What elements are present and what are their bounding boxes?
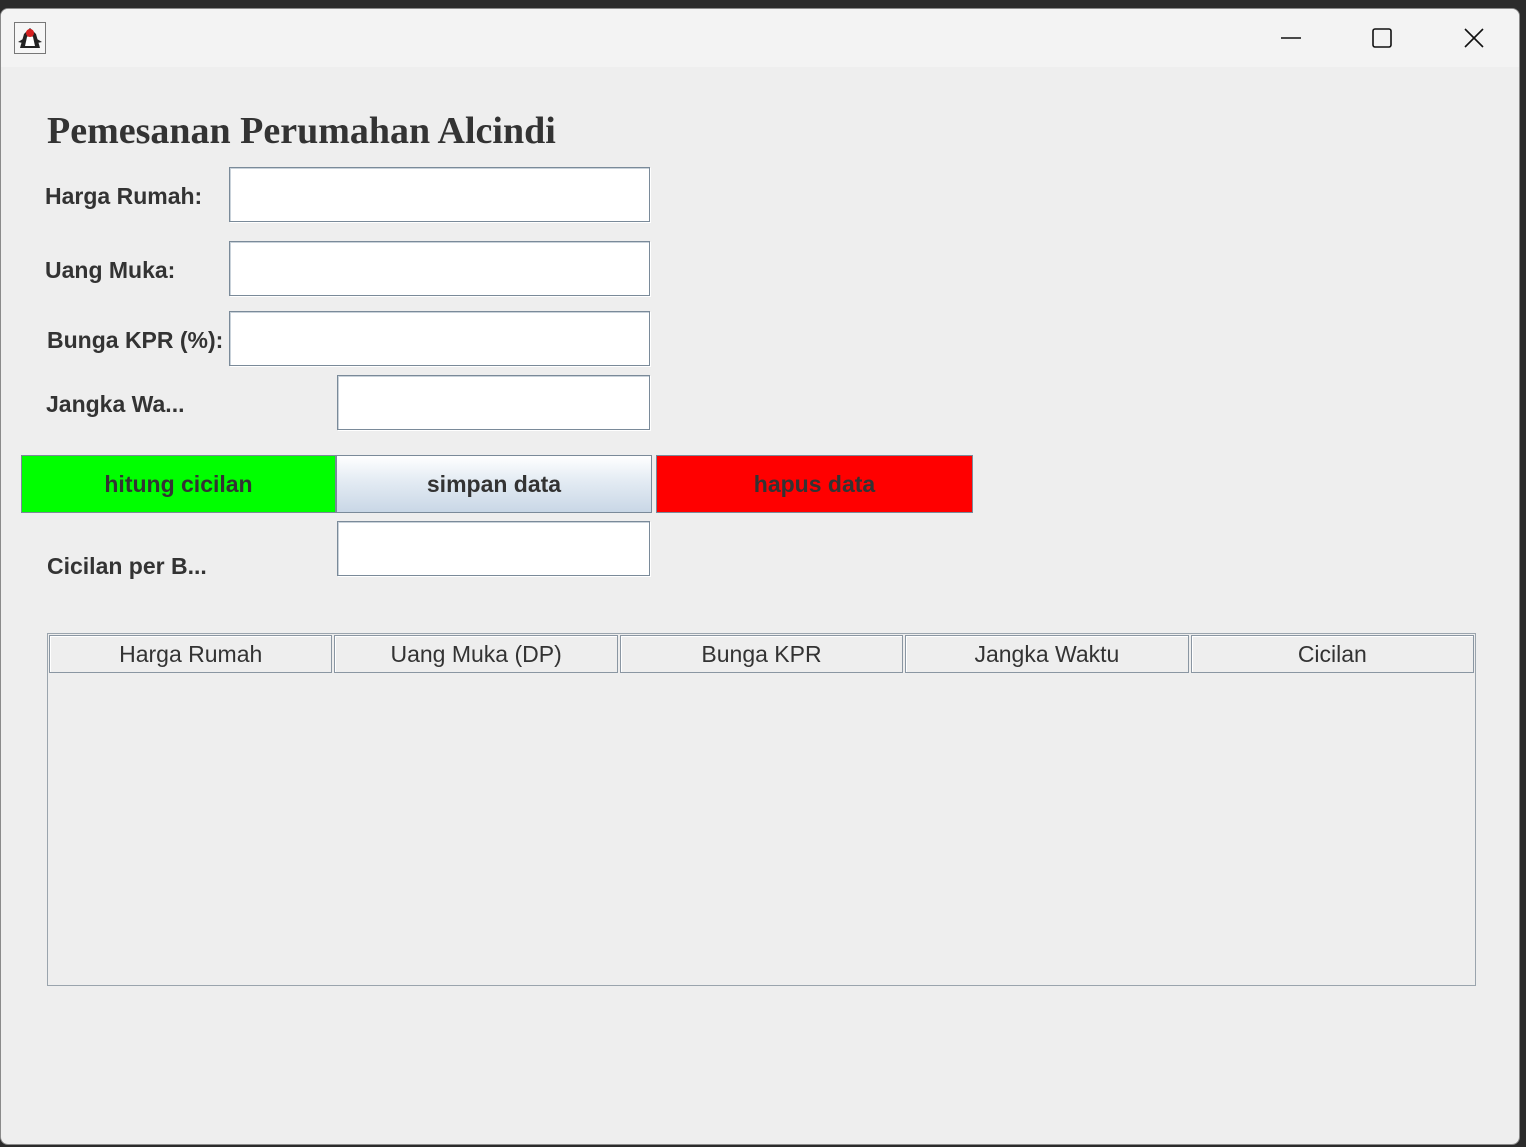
uang-muka-label: Uang Muka: bbox=[45, 257, 176, 283]
jangka-waktu-input[interactable] bbox=[337, 375, 650, 430]
app-window: Pemesanan Perumahan Alcindi Harga Rumah:… bbox=[0, 8, 1520, 1145]
close-button[interactable] bbox=[1428, 9, 1519, 67]
column-header-uang-muka[interactable]: Uang Muka (DP) bbox=[334, 635, 618, 673]
minimize-icon bbox=[1281, 37, 1301, 39]
column-header-jangka-waktu[interactable]: Jangka Waktu bbox=[905, 635, 1189, 673]
simpan-data-button[interactable]: simpan data bbox=[336, 455, 652, 513]
uang-muka-input[interactable] bbox=[229, 241, 650, 296]
jangka-waktu-label: Jangka Wa... bbox=[46, 391, 185, 417]
hitung-cicilan-button[interactable]: hitung cicilan bbox=[21, 455, 336, 513]
cicilan-output[interactable] bbox=[337, 521, 650, 576]
table-header: Harga Rumah Uang Muka (DP) Bunga KPR Jan… bbox=[49, 635, 1475, 673]
column-header-harga-rumah[interactable]: Harga Rumah bbox=[49, 635, 333, 673]
cicilan-label: Cicilan per B... bbox=[47, 553, 207, 579]
page-title: Pemesanan Perumahan Alcindi bbox=[47, 110, 556, 152]
harga-rumah-input[interactable] bbox=[229, 167, 650, 222]
maximize-button[interactable] bbox=[1336, 9, 1428, 67]
title-bar bbox=[1, 9, 1519, 67]
harga-rumah-label: Harga Rumah: bbox=[45, 183, 203, 209]
column-header-cicilan[interactable]: Cicilan bbox=[1190, 635, 1475, 673]
hapus-data-button[interactable]: hapus data bbox=[656, 455, 973, 513]
bunga-kpr-input[interactable] bbox=[229, 311, 650, 366]
close-icon bbox=[1464, 28, 1484, 48]
java-duke-icon bbox=[14, 22, 46, 54]
minimize-button[interactable] bbox=[1245, 9, 1337, 67]
data-table[interactable]: Harga Rumah Uang Muka (DP) Bunga KPR Jan… bbox=[47, 633, 1476, 986]
column-header-bunga-kpr[interactable]: Bunga KPR bbox=[619, 635, 904, 673]
bunga-kpr-label: Bunga KPR (%): bbox=[47, 327, 224, 353]
maximize-icon bbox=[1372, 28, 1392, 48]
